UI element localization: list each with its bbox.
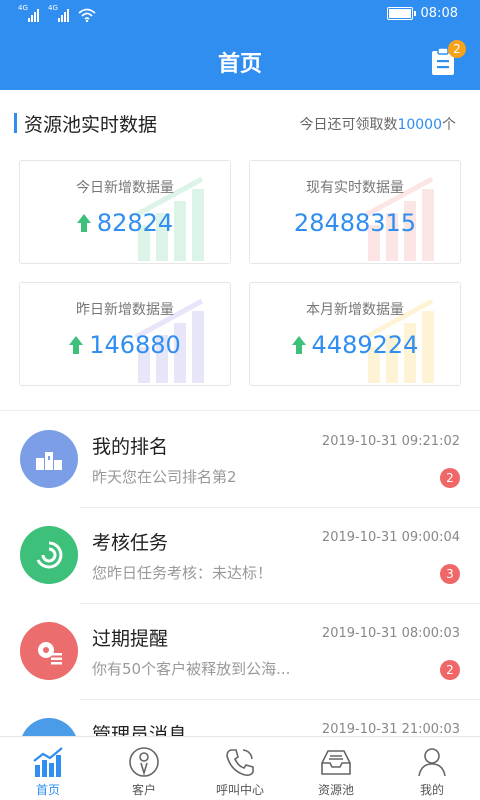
- unread-badge: 2: [440, 468, 460, 488]
- battery-icon: [386, 7, 416, 20]
- list-item-assessment[interactable]: 考核任务 2019-10-31 09:00:04 您昨日任务考核：未达标！ 3: [0, 508, 480, 604]
- message-time: 2019-10-31 09:21:02: [321, 434, 460, 449]
- gear-list-icon: [20, 622, 78, 680]
- up-arrow-icon: [69, 336, 84, 354]
- stat-label: 本月新增数据量: [306, 302, 404, 318]
- pool-section-header: 资源池实时数据 今日还可领取数10000个: [0, 108, 480, 138]
- message-time: 2019-10-31 21:00:03: [321, 722, 460, 737]
- signal-icon: 4G: [18, 4, 42, 22]
- customer-icon: [129, 747, 159, 777]
- stat-value: 28488315: [293, 209, 417, 237]
- podium-icon: [20, 430, 78, 488]
- stat-value: 146880: [89, 331, 181, 359]
- section-accent: [14, 113, 17, 133]
- notification-badge: 2: [448, 40, 466, 58]
- message-title: 考核任务: [92, 532, 169, 554]
- unread-badge: 3: [440, 564, 460, 584]
- stat-card-yesterday[interactable]: 昨日新增数据量 146880: [19, 282, 231, 386]
- wifi-icon: [78, 8, 96, 22]
- signal-icon: 4G: [48, 4, 72, 22]
- quota-value: 10000: [397, 117, 442, 133]
- network-type-2: 4G: [48, 4, 58, 12]
- chart-icon: [33, 747, 63, 777]
- list-item-ranking[interactable]: 我的排名 2019-10-31 09:21:02 昨天您在公司排名第2 2: [0, 412, 480, 508]
- message-time: 2019-10-31 08:00:03: [321, 626, 460, 641]
- inbox-icon: [321, 750, 351, 775]
- section-divider: [0, 410, 480, 411]
- message-title: 我的排名: [92, 436, 169, 458]
- network-type-1: 4G: [18, 4, 28, 12]
- top-bar: 4G 4G 08:08 首页: [0, 0, 480, 90]
- tab-home[interactable]: 首页: [0, 737, 96, 800]
- message-subtitle: 您昨日任务考核：未达标！: [92, 564, 273, 582]
- stat-label: 昨日新增数据量: [76, 302, 174, 318]
- list-item-expiry[interactable]: 过期提醒 2019-10-31 08:00:03 你有50个客户被释放到公海..…: [0, 604, 480, 700]
- phone-icon: [226, 749, 254, 776]
- pool-quota-note: 今日还可领取数10000个: [299, 117, 456, 133]
- stat-label: 现有实时数据量: [306, 180, 404, 196]
- stat-card-current[interactable]: 现有实时数据量 28488315: [249, 160, 461, 264]
- bottom-tab-bar: 首页 客户 呼叫中心 资源池 我的: [0, 736, 480, 800]
- tab-customer[interactable]: 客户: [96, 737, 192, 800]
- stat-value: 4489224: [311, 331, 419, 359]
- message-title: 过期提醒: [92, 628, 169, 650]
- tab-mine[interactable]: 我的: [384, 737, 480, 800]
- target-icon: [20, 526, 78, 584]
- stat-label: 今日新增数据量: [76, 180, 174, 196]
- clock: 08:08: [420, 6, 458, 21]
- message-subtitle: 你有50个客户被释放到公海...: [92, 660, 291, 678]
- tab-resource-pool[interactable]: 资源池: [288, 737, 384, 800]
- stat-card-today[interactable]: 今日新增数据量 82824: [19, 160, 231, 264]
- user-icon: [418, 748, 446, 777]
- status-bar: 4G 4G 08:08: [0, 0, 480, 30]
- unread-badge: 2: [440, 660, 460, 680]
- stat-card-month[interactable]: 本月新增数据量 4489224: [249, 282, 461, 386]
- message-subtitle: 昨天您在公司排名第2: [92, 468, 237, 486]
- message-time: 2019-10-31 09:00:04: [321, 530, 460, 545]
- up-arrow-icon: [76, 214, 91, 232]
- page-title: 首页: [217, 52, 262, 77]
- stat-value: 82824: [96, 209, 174, 237]
- pool-title: 资源池实时数据: [24, 114, 158, 136]
- up-arrow-icon: [291, 336, 306, 354]
- tab-call-center[interactable]: 呼叫中心: [192, 737, 288, 800]
